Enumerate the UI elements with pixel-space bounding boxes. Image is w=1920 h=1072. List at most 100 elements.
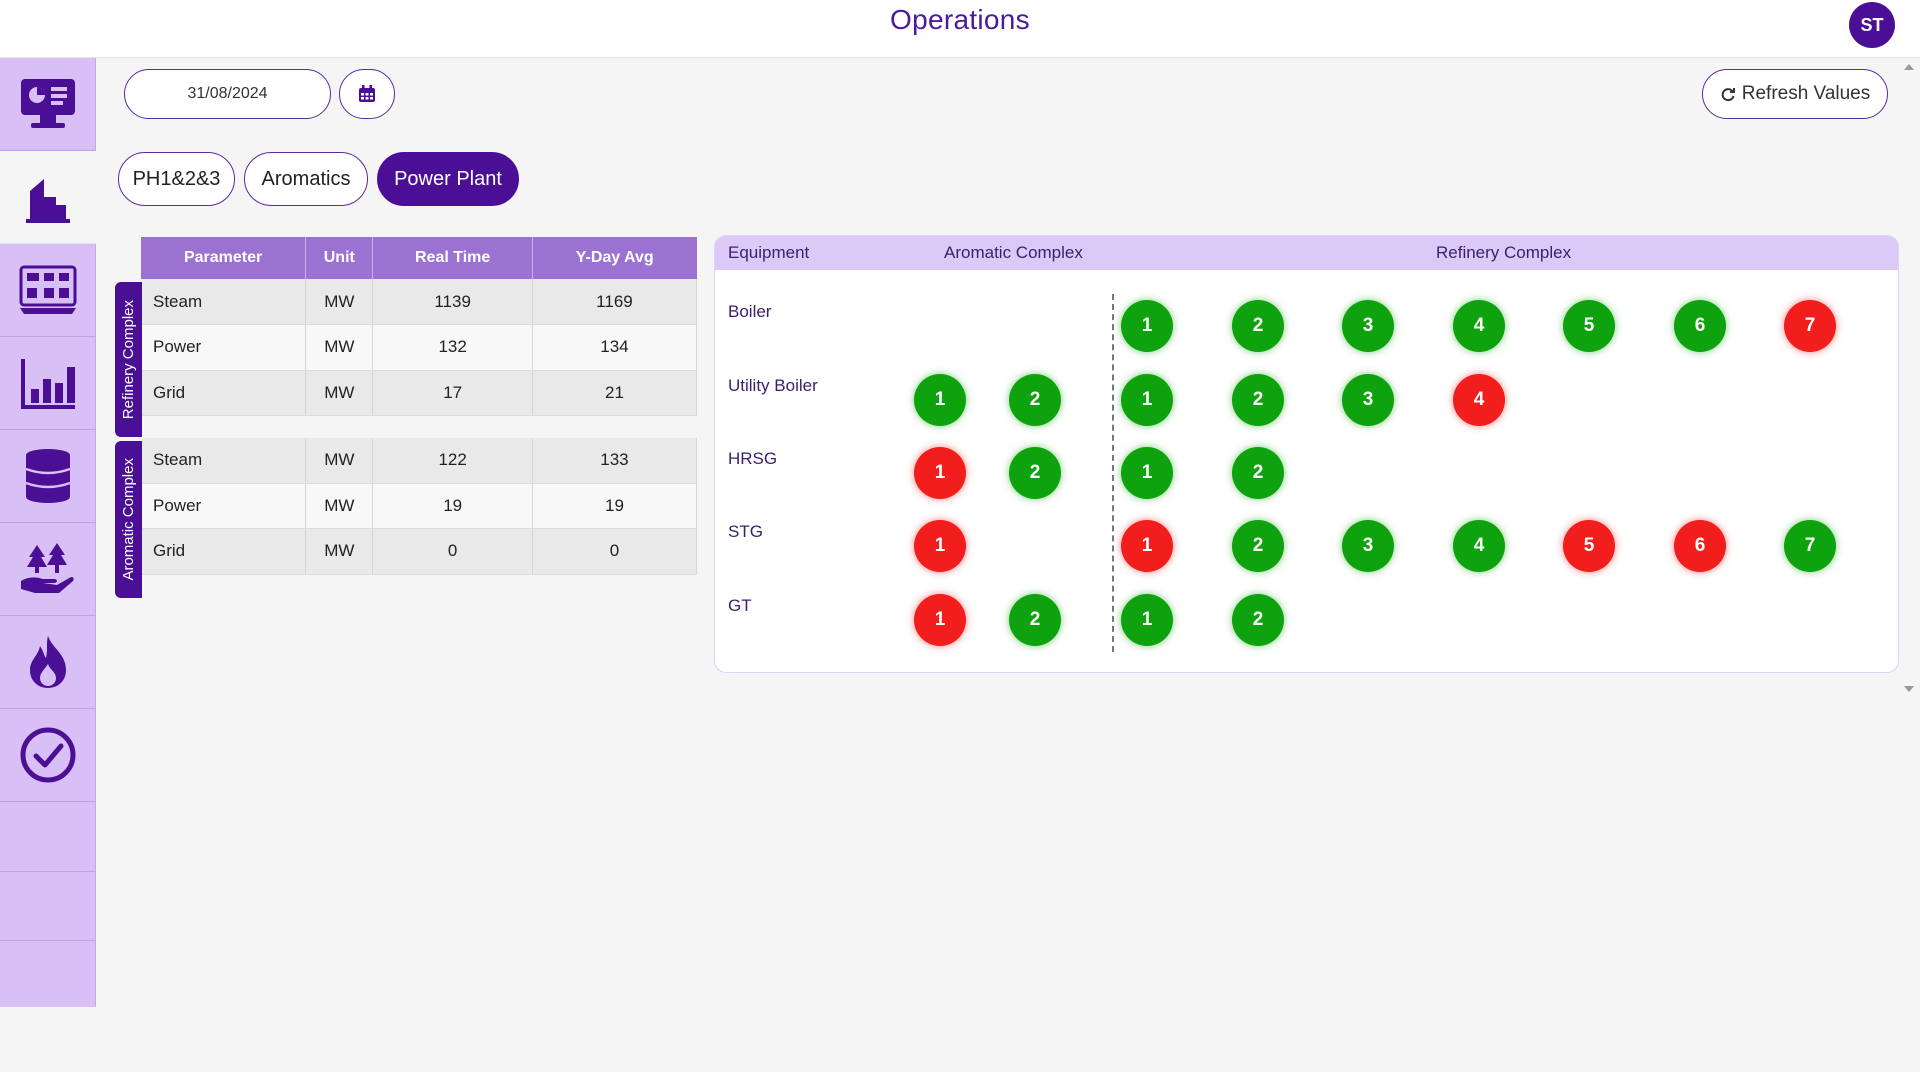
refinery-unit-status-green[interactable]: 4 <box>1453 300 1505 352</box>
table-row: Steam MW 122 133 <box>141 437 698 484</box>
refinery-unit-status-green[interactable]: 2 <box>1232 594 1284 646</box>
column-header: Unit <box>305 237 374 279</box>
table-row: Grid MW 17 21 <box>141 370 698 416</box>
parameter-cell: Steam <box>141 437 307 484</box>
refinery-unit-status-green[interactable]: 5 <box>1563 300 1615 352</box>
sidebar-empty-slot <box>0 802 96 872</box>
unit-cell: MW <box>305 483 374 529</box>
refinery-unit-status-green[interactable]: 2 <box>1232 300 1284 352</box>
equipment-status-panel: Equipment Aromatic Complex Refinery Comp… <box>714 235 1899 673</box>
sidebar <box>0 58 96 1007</box>
yday-avg-cell: 133 <box>532 437 698 484</box>
flame-icon <box>30 636 66 688</box>
aromatic-column-header: Aromatic Complex <box>944 243 1083 262</box>
equipment-row-label: HRSG <box>728 449 778 468</box>
refresh-icon <box>1721 88 1735 102</box>
parameters-table: Parameter Unit Real Time Y-Day Avg Steam… <box>141 237 698 575</box>
unit-cell: MW <box>305 279 374 325</box>
calendar-button[interactable] <box>339 69 395 119</box>
parameter-cell: Steam <box>141 279 307 325</box>
equipment-row-label: STG <box>728 522 763 541</box>
table-row: Grid MW 0 0 <box>141 528 698 575</box>
bar-chart-icon <box>21 359 75 409</box>
refresh-values-button[interactable]: Refresh Values <box>1702 69 1888 119</box>
realtime-cell: 1139 <box>372 279 533 325</box>
refinery-column-header: Refinery Complex <box>1436 243 1572 262</box>
user-avatar[interactable]: ST <box>1849 2 1895 48</box>
aromatic-unit-status-green[interactable]: 2 <box>1009 374 1061 426</box>
sidebar-item-approvals[interactable] <box>0 709 96 802</box>
refinery-unit-status-red[interactable]: 4 <box>1453 374 1505 426</box>
page-title: Operations <box>890 4 1030 35</box>
yday-avg-cell: 19 <box>532 483 698 529</box>
refinery-unit-status-green[interactable]: 3 <box>1342 374 1394 426</box>
aromatic-unit-status-red[interactable]: 1 <box>914 594 966 646</box>
refinery-unit-status-red[interactable]: 1 <box>1121 520 1173 572</box>
refinery-building-icon <box>26 179 70 223</box>
group-label-aromatic: Aromatic Complex <box>115 441 142 598</box>
sidebar-item-flare[interactable] <box>0 616 96 709</box>
equipment-header: Equipment Aromatic Complex Refinery Comp… <box>715 236 1898 270</box>
refinery-unit-status-green[interactable]: 4 <box>1453 520 1505 572</box>
realtime-cell: 122 <box>372 437 533 484</box>
calendar-icon <box>359 85 375 102</box>
tab-ph123[interactable]: PH1&2&3 <box>118 152 235 206</box>
process-diagram-icon <box>19 265 77 314</box>
parameter-cell: Grid <box>141 528 307 575</box>
aromatic-unit-status-red[interactable]: 1 <box>914 447 966 499</box>
sidebar-item-process[interactable] <box>0 244 96 337</box>
column-header: Y-Day Avg <box>532 237 697 279</box>
refinery-unit-status-green[interactable]: 1 <box>1121 447 1173 499</box>
column-header: Parameter <box>141 237 307 279</box>
refinery-unit-status-green[interactable]: 1 <box>1121 594 1173 646</box>
refinery-unit-status-red[interactable]: 6 <box>1674 520 1726 572</box>
refinery-unit-status-red[interactable]: 5 <box>1563 520 1615 572</box>
aromatic-unit-status-red[interactable]: 1 <box>914 520 966 572</box>
refinery-unit-status-green[interactable]: 1 <box>1121 300 1173 352</box>
tab-power-plant[interactable]: Power Plant <box>377 152 519 206</box>
aromatic-unit-status-green[interactable]: 2 <box>1009 594 1061 646</box>
yday-avg-cell: 21 <box>532 370 698 416</box>
date-input[interactable]: 31/08/2024 <box>124 69 331 119</box>
realtime-cell: 132 <box>372 324 533 371</box>
scroll-down-arrow[interactable] <box>1904 686 1914 692</box>
table-row: Power MW 132 134 <box>141 324 698 371</box>
refinery-unit-status-green[interactable]: 3 <box>1342 520 1394 572</box>
sidebar-empty-slot <box>0 872 96 941</box>
refinery-unit-status-green[interactable]: 3 <box>1342 300 1394 352</box>
column-header: Real Time <box>372 237 533 279</box>
refinery-unit-status-red[interactable]: 7 <box>1784 300 1836 352</box>
equipment-row-label: Utility Boiler <box>728 376 818 395</box>
parameter-cell: Power <box>141 324 307 371</box>
table-row: Power MW 19 19 <box>141 483 698 529</box>
group-spacer <box>141 416 697 438</box>
refinery-unit-status-green[interactable]: 6 <box>1674 300 1726 352</box>
refinery-unit-status-green[interactable]: 2 <box>1232 520 1284 572</box>
equipment-row-label: Boiler <box>728 302 772 321</box>
unit-cell: MW <box>305 324 374 371</box>
refinery-unit-status-green[interactable]: 2 <box>1232 374 1284 426</box>
aromatic-unit-status-green[interactable]: 1 <box>914 374 966 426</box>
realtime-cell: 0 <box>372 528 533 575</box>
unit-cell: MW <box>305 370 374 416</box>
oil-barrel-icon <box>25 449 71 503</box>
group-label-text: Aromatic Complex <box>120 458 137 581</box>
parameter-cell: Power <box>141 483 307 529</box>
sidebar-item-environment[interactable] <box>0 523 96 616</box>
scroll-up-arrow[interactable] <box>1904 64 1914 70</box>
sidebar-item-analytics[interactable] <box>0 337 96 430</box>
tab-aromatics[interactable]: Aromatics <box>244 152 368 206</box>
equipment-column-header: Equipment <box>728 243 810 262</box>
complex-divider <box>1112 294 1114 652</box>
sidebar-item-refinery[interactable] <box>0 151 96 244</box>
refinery-unit-status-green[interactable]: 1 <box>1121 374 1173 426</box>
table-row: Steam MW 1139 1169 <box>141 279 698 325</box>
refinery-unit-status-green[interactable]: 7 <box>1784 520 1836 572</box>
refinery-unit-status-green[interactable]: 2 <box>1232 447 1284 499</box>
sidebar-item-storage[interactable] <box>0 430 96 523</box>
monitor-dashboard-icon <box>21 79 75 128</box>
check-circle-icon <box>20 727 76 783</box>
unit-cell: MW <box>305 528 374 575</box>
aromatic-unit-status-green[interactable]: 2 <box>1009 447 1061 499</box>
sidebar-item-dashboard[interactable] <box>0 58 96 151</box>
